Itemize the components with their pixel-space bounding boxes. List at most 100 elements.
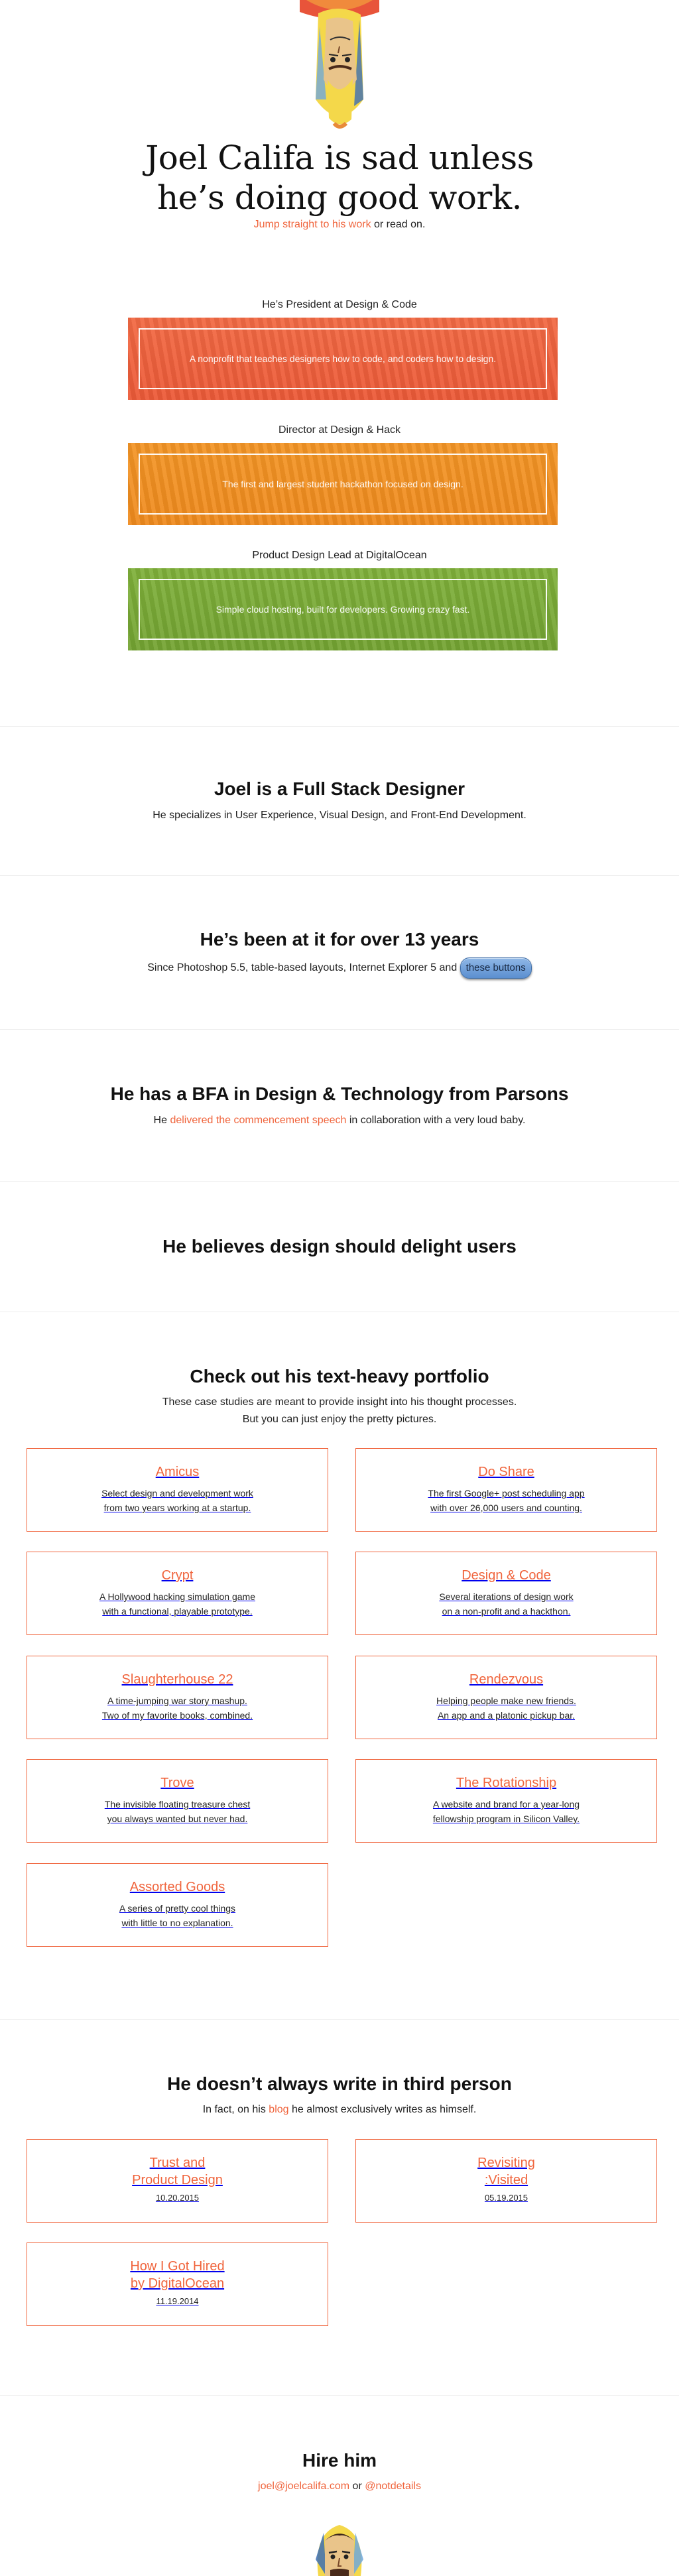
portfolio-card-trove[interactable]: Trove The invisible floating treasure ch… <box>27 1759 328 1843</box>
post-title-line: :Visited <box>484 2173 528 2187</box>
role-card-design-code[interactable]: A nonprofit that teaches designers how t… <box>128 318 558 400</box>
portfolio-intro-2: But you can just enjoy the pretty pictur… <box>242 1414 437 1425</box>
card-desc: A time-jumping war story mashup. Two of m… <box>27 1693 328 1723</box>
card-title: The Rotationship <box>456 1776 557 1790</box>
card-desc-line: fellowship program in Silicon Valley. <box>432 1813 580 1824</box>
card-desc: Helping people make new friends. An app a… <box>356 1693 656 1723</box>
card-desc-line: Helping people make new friends. <box>436 1695 576 1706</box>
portfolio-card-amicus[interactable]: Amicus Select design and development wor… <box>27 1448 328 1532</box>
twitter-link[interactable]: @notdetails <box>365 2481 421 2492</box>
card-desc: Select design and development work from t… <box>27 1486 328 1515</box>
card-title: Amicus <box>155 1465 200 1479</box>
card-desc-line: from two years working at a startup. <box>103 1503 251 1513</box>
fullstack-text: He specializes in User Experience, Visua… <box>153 810 526 821</box>
post-title-line: Trust and <box>149 2156 206 2170</box>
post-title-line: Revisiting <box>477 2156 535 2170</box>
portfolio-card-rotationship[interactable]: The Rotationship A website and brand for… <box>355 1759 657 1843</box>
card-desc-line: Select design and development work <box>101 1488 253 1499</box>
title-line-1: Joel Califa is sad unless <box>145 139 534 177</box>
hire-title: Hire him <box>302 2450 377 2471</box>
blog-text: In fact, on his blog he almost exclusive… <box>0 2101 679 2118</box>
hero-subtitle-rest: or read on. <box>371 219 426 230</box>
post-title: Revisiting :Visited <box>356 2154 656 2189</box>
card-desc: A Hollywood hacking simulation game with … <box>27 1589 328 1619</box>
card-desc-line: A time-jumping war story mashup. <box>107 1695 247 1706</box>
card-desc-line: An app and a platonic pickup bar. <box>437 1710 576 1721</box>
card-title: Do Share <box>478 1465 534 1479</box>
years-text: Since Photoshop 5.5, table-based layouts… <box>0 957 679 979</box>
card-desc-line: The invisible floating treasure chest <box>104 1799 251 1809</box>
card-desc-line: with over 26,000 users and counting. <box>430 1503 582 1513</box>
email-link[interactable]: joel@joelcalifa.com <box>258 2481 349 2492</box>
card-desc: The first Google+ post scheduling app wit… <box>356 1486 656 1515</box>
portfolio-card-slaughterhouse-22[interactable]: Slaughterhouse 22 A time-jumping war sto… <box>27 1656 328 1739</box>
bfa-text-before: He <box>153 1115 170 1126</box>
section-divider <box>0 726 679 727</box>
bfa-title: He has a BFA in Design & Technology from… <box>110 1083 569 1104</box>
hire-contact: joel@joelcalifa.com or @notdetails <box>0 2478 679 2495</box>
post-title-line: How I Got Hired <box>130 2259 225 2274</box>
post-title-line: Product Design <box>132 2173 223 2187</box>
blog-post-card-trust-product-design[interactable]: Trust and Product Design 10.20.2015 <box>27 2139 328 2223</box>
blog-post-card-how-i-got-hired[interactable]: How I Got Hired by DigitalOcean 11.19.201… <box>27 2242 328 2326</box>
avatar-illustration-bottom <box>316 2525 363 2576</box>
card-desc-line: you always wanted but never had. <box>107 1813 248 1824</box>
role-card-design-hack[interactable]: The first and largest student hackathon … <box>128 443 558 525</box>
post-date: 10.20.2015 <box>155 2193 200 2203</box>
card-desc-line: with a functional, playable prototype. <box>102 1606 253 1617</box>
section-divider <box>0 2395 679 2396</box>
card-desc-line: A website and brand for a year-long <box>432 1799 580 1809</box>
card-desc: A website and brand for a year-long fello… <box>356 1797 656 1826</box>
portfolio-card-do-share[interactable]: Do Share The first Google+ post scheduli… <box>355 1448 657 1532</box>
these-buttons-button[interactable]: these buttons <box>460 957 532 979</box>
portfolio-title: Check out his text-heavy portfolio <box>190 1366 489 1386</box>
section-divider <box>0 2019 679 2020</box>
card-desc: A series of pretty cool things with littl… <box>27 1901 328 1930</box>
hire-or: or <box>349 2481 365 2492</box>
portfolio-intro-1: These case studies are meant to provide … <box>162 1396 517 1408</box>
card-desc-line: The first Google+ post scheduling app <box>428 1488 585 1499</box>
portfolio-card-assorted-goods[interactable]: Assorted Goods A series of pretty cool t… <box>27 1863 328 1947</box>
fullstack-title: Joel is a Full Stack Designer <box>214 778 465 799</box>
years-title: He’s been at it for over 13 years <box>200 929 479 950</box>
portfolio-card-crypt[interactable]: Crypt A Hollywood hacking simulation gam… <box>27 1552 328 1635</box>
portfolio-card-design-code[interactable]: Design & Code Several iterations of desi… <box>355 1552 657 1635</box>
role-desc-digitalocean: Simple cloud hosting, built for develope… <box>139 579 547 640</box>
card-desc-line: A Hollywood hacking simulation game <box>99 1591 255 1602</box>
card-desc: The invisible floating treasure chest you… <box>27 1797 328 1826</box>
card-desc-line: on a non-profit and a hackthon. <box>442 1606 571 1617</box>
page-title: Joel Califa is sad unless he’s doing goo… <box>0 138 679 217</box>
card-title: Trove <box>160 1776 194 1790</box>
role-label-digitalocean: Product Design Lead at DigitalOcean <box>252 550 427 561</box>
avatar-illustration <box>300 0 379 129</box>
blog-link[interactable]: blog <box>269 2104 288 2115</box>
post-date: 05.19.2015 <box>484 2193 528 2203</box>
card-desc-line: with little to no explanation. <box>121 1918 233 1928</box>
commencement-speech-link[interactable]: delivered the commencement speech <box>170 1115 346 1126</box>
card-desc-line: Several iterations of design work <box>439 1591 574 1602</box>
jump-to-work-link[interactable]: Jump straight to his work <box>254 219 371 230</box>
role-desc-design-code: A nonprofit that teaches designers how t… <box>139 328 547 389</box>
section-divider <box>0 1181 679 1182</box>
card-title: Rendezvous <box>469 1672 544 1687</box>
card-desc-line: A series of pretty cool things <box>119 1903 236 1914</box>
portfolio-card-rendezvous[interactable]: Rendezvous Helping people make new frien… <box>355 1656 657 1739</box>
card-desc: Several iterations of design work on a no… <box>356 1589 656 1619</box>
card-title: Assorted Goods <box>129 1880 225 1894</box>
card-title: Crypt <box>161 1568 194 1583</box>
bfa-text: He delivered the commencement speech in … <box>0 1112 679 1129</box>
blog-post-card-revisiting-visited[interactable]: Revisiting :Visited 05.19.2015 <box>355 2139 657 2223</box>
role-desc-design-hack: The first and largest student hackathon … <box>139 454 547 515</box>
years-text-body: Since Photoshop 5.5, table-based layouts… <box>147 962 460 973</box>
title-line-2: he’s doing good work. <box>156 178 523 217</box>
card-title: Design & Code <box>462 1568 551 1583</box>
role-card-digitalocean[interactable]: Simple cloud hosting, built for develope… <box>128 568 558 650</box>
blog-text-before: In fact, on his <box>202 2104 269 2115</box>
bfa-text-after: in collaboration with a very loud baby. <box>346 1115 526 1126</box>
card-desc-line: Two of my favorite books, combined. <box>101 1710 253 1721</box>
role-label-design-code: He’s President at Design & Code <box>262 299 417 310</box>
card-title: Slaughterhouse 22 <box>121 1672 233 1687</box>
role-label-design-hack: Director at Design & Hack <box>278 424 401 436</box>
blog-text-after: he almost exclusively writes as himself. <box>288 2104 477 2115</box>
post-title: Trust and Product Design <box>27 2154 328 2189</box>
